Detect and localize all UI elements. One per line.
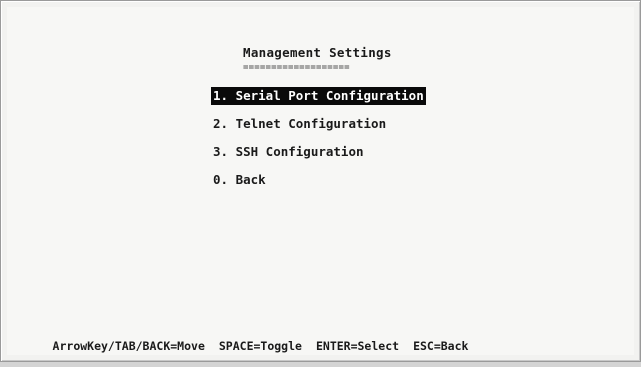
- key-help-back: ESC=Back: [413, 339, 469, 353]
- key-help-select: ENTER=Select: [315, 339, 400, 353]
- title-underline: ===================: [243, 63, 350, 73]
- page-title: Management Settings: [243, 45, 392, 60]
- key-help-move: ArrowKey/TAB/BACK=Move: [52, 339, 205, 353]
- menu-item-serial-port-configuration[interactable]: 1. Serial Port Configuration: [211, 87, 426, 105]
- key-help-toggle: SPACE=Toggle: [218, 339, 302, 353]
- menu-item-back[interactable]: 0. Back: [211, 171, 268, 189]
- menu-item-ssh-configuration[interactable]: 3. SSH Configuration: [211, 143, 366, 161]
- key-help-bar: ArrowKey/TAB/BACK=Move SPACE=Toggle ENTER=…: [11, 325, 469, 367]
- menu-item-telnet-configuration[interactable]: 2. Telnet Configuration: [211, 115, 388, 133]
- terminal-window: Management Settings =================== …: [0, 0, 641, 362]
- terminal-screen: Management Settings =================== …: [7, 7, 634, 355]
